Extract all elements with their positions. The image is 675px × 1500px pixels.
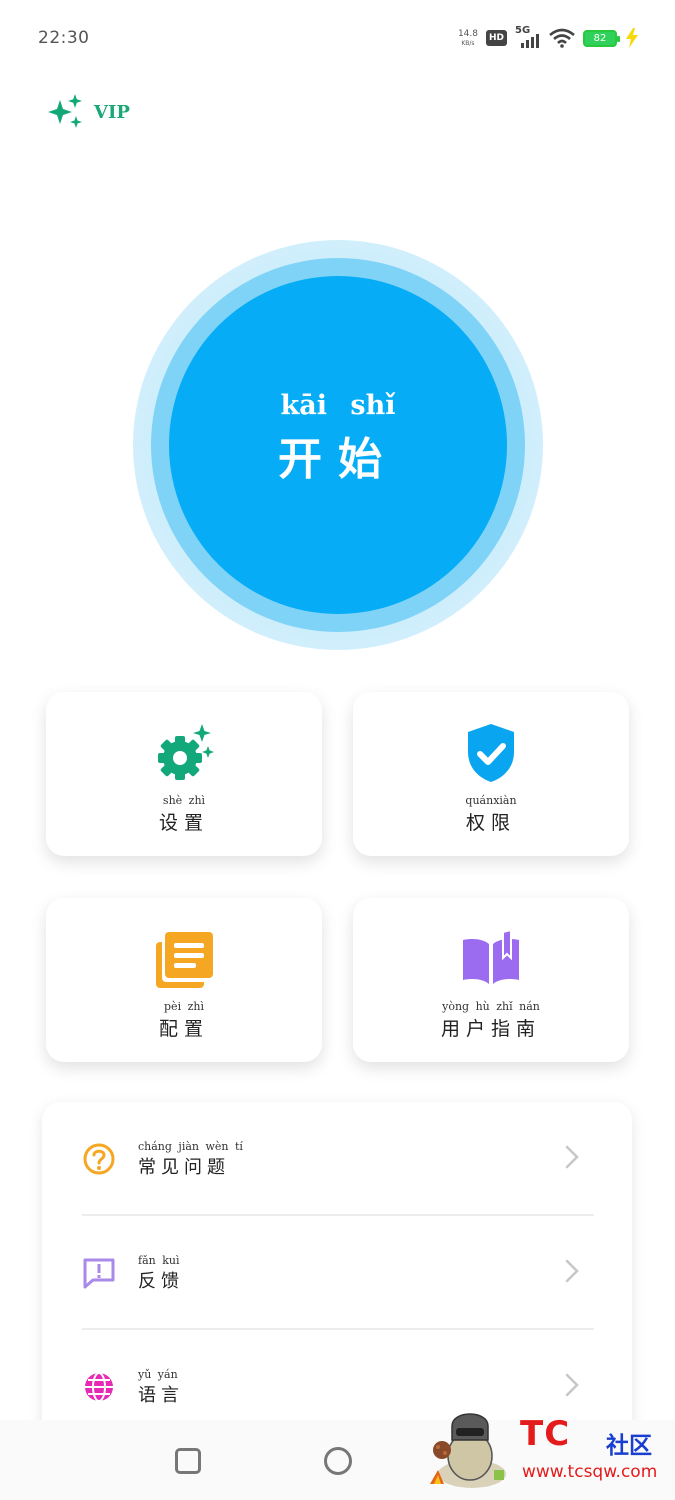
chevron-right-icon [565, 1373, 579, 1397]
network-speed: 14.8 KB/s [457, 28, 478, 47]
watermark-brand: TC [520, 1414, 571, 1454]
status-bar: 22:30 14.8 KB/s HD 5G 82 [0, 0, 675, 76]
watermark-community: 社区 [606, 1433, 652, 1459]
chevron-right-icon [565, 1259, 579, 1283]
user-guide-card[interactable]: yòng hù zhǐ nán 用户指南 [353, 898, 629, 1062]
settings-card[interactable]: shè zhì 设置 [46, 692, 322, 856]
config-label: 配置 [158, 1018, 209, 1040]
menu-list: cháng jiàn wèn tí 常见问题 fǎn kuì 反馈 yǔ yán… [42, 1102, 632, 1442]
permissions-card[interactable]: quánxiàn 权限 [353, 692, 629, 856]
faq-pinyin: cháng jiàn wèn tí [138, 1140, 243, 1153]
permissions-pinyin: quánxiàn [465, 794, 517, 807]
start-pinyin: kāi shǐ [280, 389, 396, 421]
documents-icon [156, 932, 213, 988]
recent-apps-button[interactable] [175, 1448, 201, 1474]
menu-item-feedback[interactable]: fǎn kuì 反馈 [42, 1216, 632, 1330]
settings-gear-icon [158, 724, 214, 780]
sparkle-icon [48, 94, 82, 128]
watermark: TC 社区 www.tcsqw.com [420, 1404, 670, 1496]
status-time: 22:30 [38, 28, 90, 48]
wifi-icon [549, 28, 575, 48]
vip-button[interactable]: VIP [46, 94, 130, 130]
menu-item-faq[interactable]: cháng jiàn wèn tí 常见问题 [42, 1102, 632, 1216]
start-button[interactable]: kāi shǐ 开始 [169, 276, 507, 614]
start-label: 开始 [278, 433, 398, 485]
feedback-label: 反馈 [138, 1271, 184, 1292]
signal-5g-icon: 5G [515, 25, 541, 49]
mascot-icon [430, 1413, 506, 1488]
feedback-icon [83, 1258, 115, 1289]
chevron-right-icon [565, 1145, 579, 1169]
watermark-url: www.tcsqw.com [522, 1462, 658, 1482]
config-pinyin: pèi zhì [164, 1000, 204, 1013]
faq-label: 常见问题 [138, 1157, 230, 1178]
question-icon [83, 1143, 115, 1175]
charging-icon [626, 28, 638, 48]
start-button-container: kāi shǐ 开始 [133, 240, 543, 650]
feedback-pinyin: fǎn kuì [138, 1254, 180, 1267]
user-guide-label: 用户指南 [440, 1018, 541, 1040]
shield-check-icon [468, 724, 514, 782]
hd-badge: HD [485, 30, 507, 46]
user-guide-pinyin: yòng hù zhǐ nán [442, 1000, 540, 1013]
book-icon [463, 928, 519, 984]
settings-label: 设置 [158, 812, 209, 834]
battery-indicator: 82 [583, 29, 620, 47]
vip-label: VIP [94, 101, 130, 123]
globe-icon [85, 1372, 113, 1402]
permissions-label: 权限 [465, 812, 516, 834]
language-label: 语言 [138, 1385, 184, 1406]
config-card[interactable]: pèi zhì 配置 [46, 898, 322, 1062]
home-button[interactable] [324, 1447, 352, 1475]
settings-pinyin: shè zhì [162, 794, 206, 807]
status-icons: 14.8 KB/s HD 5G 82 [458, 24, 639, 52]
language-pinyin: yǔ yán [138, 1368, 178, 1381]
